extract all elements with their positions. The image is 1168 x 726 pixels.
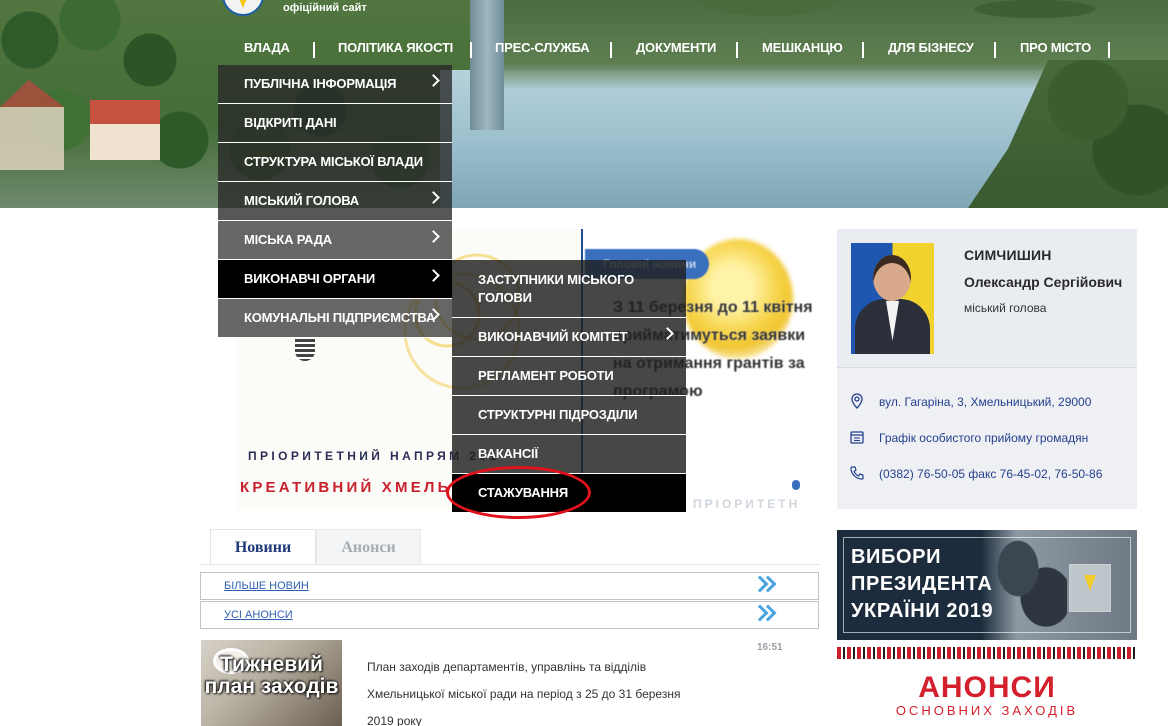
news-thumbnail[interactable]: Тижневий план заходів [201,640,342,726]
menu-item-label: ВИКОНАВЧІ ОРГАНИ [244,271,376,286]
menu-item-public-info[interactable]: ПУБЛІЧНА ІНФОРМАЦІЯ [218,65,452,104]
menu-item-structure[interactable]: СТРУКТУРА МІСЬКОЇ ВЛАДИ [218,143,452,182]
all-announcements-link[interactable]: УСІ АНОНСИ [224,609,293,621]
calendar-icon [850,431,864,444]
menu-item-city-council[interactable]: МІСЬКА РАДА [218,221,452,260]
news-time: 16:51 [757,642,783,653]
menu-item-label: ВАКАНСІЇ [478,446,538,461]
nav-item-documents[interactable]: ДОКУМЕНТИ [636,40,716,55]
nav-item-vlada[interactable]: ВЛАДА [244,40,290,55]
chevron-right-icon [661,327,674,340]
slide-bottom-text: ПРІОРИТЕТН [693,497,801,509]
hero-tower [470,0,504,130]
nav-divider [313,42,315,58]
menu-item-label: ПУБЛІЧНА ІНФОРМАЦІЯ [244,76,397,91]
thumbnail-text: Тижневий план заходів [204,653,339,698]
submenu-item-deputy-mayors[interactable]: ЗАСТУПНИКИ МІСЬКОГО ГОЛОВИ [452,260,686,318]
chevron-right-icon [427,191,440,204]
hero-buildings-2 [90,100,160,160]
announcements-title: АНОНСИ [918,671,1056,704]
address-text: вул. Гагаріна, 3, Хмельницький, 29000 [879,395,1092,409]
tab-news[interactable]: Новини [210,529,316,565]
submenu-item-executive-committee[interactable]: ВИКОНАВЧИЙ КОМІТЕТ [452,318,686,357]
mayor-header: СИМЧИШИН Олександр Сергійович міський го… [837,229,1137,368]
nav-divider [610,42,612,58]
menu-item-municipal-enterprises[interactable]: КОМУНАЛЬНІ ПІДПРИЄМСТВА [218,299,452,338]
nav-item-press[interactable]: ПРЕС-СЛУЖБА [495,40,590,55]
reception-link[interactable]: Графік особистого прийому громадян [879,429,1088,447]
menu-item-label: ВИКОНАВЧИЙ КОМІТЕТ [478,329,628,344]
menu-item-label: МІСЬКА РАДА [244,232,332,247]
nav-item-business[interactable]: ДЛЯ БІЗНЕСУ [888,40,974,55]
phone-icon [850,466,864,480]
menu-item-open-data[interactable]: ВІДКРИТІ ДАНІ [218,104,452,143]
slide-left-title: КРЕАТИВНИЙ ХМЕЛЬ [240,479,452,496]
chevron-right-icon [427,74,440,87]
nav-item-about-city[interactable]: ПРО МІСТО [1020,40,1091,55]
nav-item-quality-policy[interactable]: ПОЛІТИКА ЯКОСТІ [338,40,453,55]
menu-item-label: СТРУКТУРА МІСЬКОЇ ВЛАДИ [244,154,423,169]
nav-divider [470,42,472,58]
tabs-divider [200,564,820,565]
menu-item-label: РЕГЛАМЕНТ РОБОТИ [478,368,614,383]
mayor-card: СИМЧИШИН Олександр Сергійович міський го… [837,229,1137,509]
news-title[interactable]: План заходів департаментів, управлінь та… [367,654,697,726]
tab-announcements[interactable]: Анонси [316,529,421,565]
lightbulb-icon [295,339,315,361]
official-site-label: офіційний сайт [283,2,367,14]
mayor-name[interactable]: Олександр Сергійович [964,274,1122,290]
phones-text: (0382) 76-50-05 факс 76-45-02, 76-50-86 [879,467,1103,481]
slider-dot[interactable] [792,480,800,490]
vlada-dropdown: ПУБЛІЧНА ІНФОРМАЦІЯ ВІДКРИТІ ДАНІ СТРУКТ… [218,65,452,338]
menu-item-label: МІСЬКИЙ ГОЛОВА [244,193,359,208]
submenu-item-regulations[interactable]: РЕГЛАМЕНТ РОБОТИ [452,357,686,396]
menu-item-label: ЗАСТУПНИКИ МІСЬКОГО ГОЛОВИ [478,272,634,305]
chevron-right-icon [427,269,440,282]
menu-item-executive-bodies[interactable]: ВИКОНАВЧІ ОРГАНИ [218,260,452,299]
submenu-item-structural-units[interactable]: СТРУКТУРНІ ПІДРОЗДІЛИ [452,396,686,435]
menu-item-label: СТРУКТУРНІ ПІДРОЗДІЛИ [478,407,638,422]
menu-item-mayor[interactable]: МІСЬКИЙ ГОЛОВА [218,182,452,221]
menu-item-label: КОМУНАЛЬНІ ПІДПРИЄМСТВА [244,310,436,325]
mayor-surname[interactable]: СИМЧИШИН [964,247,1052,263]
announcements-subtitle: ОСНОВНИХ ЗАХОДІВ [895,703,1079,718]
elections-banner[interactable]: ВИБОРИ ПРЕЗИДЕНТА УКРАЇНИ 2019 [837,530,1137,640]
news-tabs: Новини Анонси [200,529,820,565]
hero-banner [0,0,1168,208]
all-announcements-bar[interactable]: УСІ АНОНСИ [200,601,819,629]
elections-title: ВИБОРИ ПРЕЗИДЕНТА УКРАЇНИ 2019 [851,546,994,622]
nav-divider [994,42,996,58]
more-news-bar[interactable]: БІЛЬШЕ НОВИН [200,572,819,600]
mayor-role: міський голова [964,301,1047,315]
ornament-strip [837,647,1137,659]
location-pin-icon [851,393,863,409]
nav-item-residents[interactable]: МЕШКАНЦЮ [762,40,843,55]
highlight-circle [446,466,591,519]
announcements-banner[interactable]: АНОНСИ ОСНОВНИХ ЗАХОДІВ [837,647,1137,726]
nav-divider [1108,42,1110,58]
nav-divider [862,42,864,58]
nav-divider [736,42,738,58]
more-news-link[interactable]: БІЛЬШЕ НОВИН [224,580,309,592]
chevron-right-icon [427,230,440,243]
menu-item-label: ВІДКРИТІ ДАНІ [244,115,337,130]
mayor-photo[interactable] [851,243,934,354]
